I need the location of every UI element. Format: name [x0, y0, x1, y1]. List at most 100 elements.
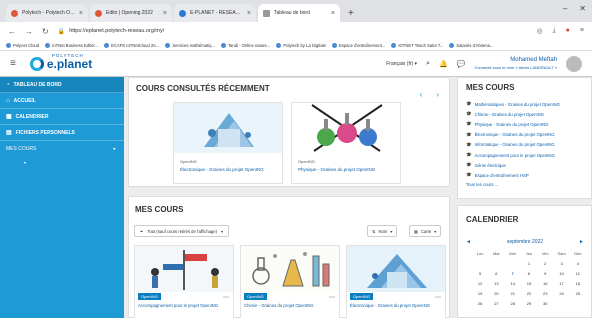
calendar-day[interactable]: 28 — [505, 301, 521, 306]
browser-tab[interactable]: E-PLANET - RESEAU POLYTECH× — [174, 4, 256, 22]
side-course-link[interactable]: 🎓 Génie électrique — [466, 160, 591, 170]
course-card[interactable]: OpenING ⋯ Chimie - Graines du projet Ope… — [240, 245, 340, 318]
user-menu[interactable]: Mohamed Meftah Connecté sous le nom « Al… — [474, 57, 557, 70]
calendar-day[interactable]: 24 — [553, 291, 569, 296]
side-course-link[interactable]: 🎓 Physique - Graines du projet OpenING — [466, 119, 591, 129]
browser-tab[interactable]: Édito | Opening 2022 × — [90, 4, 172, 22]
calendar-day[interactable]: 14 — [505, 281, 521, 286]
calendar-day[interactable]: 13 — [488, 281, 504, 286]
calendar-day[interactable]: 6 — [488, 271, 504, 276]
sidebar-item-dashboard[interactable]: ◔ TABLEAU DE BORD — [0, 77, 124, 93]
language-selector[interactable]: Français (fr) ▾ — [386, 61, 417, 67]
next-month-icon[interactable]: ► — [579, 239, 584, 245]
hamburger-icon[interactable]: ≡ — [10, 58, 16, 69]
close-tab-icon[interactable]: × — [79, 10, 83, 17]
extension-icon[interactable]: ● — [566, 27, 570, 35]
calendar-day[interactable]: 29 — [521, 301, 537, 306]
reload-icon[interactable]: ↻ — [42, 27, 49, 36]
course-card[interactable]: OpenING ⋯ Accompagnement pour le projet … — [134, 245, 234, 318]
avatar[interactable] — [566, 55, 582, 72]
calendar-day[interactable]: 11 — [570, 271, 586, 276]
calendar-day[interactable]: 17 — [553, 281, 569, 286]
url-field[interactable]: 🔒 https://eplanet.polytech-reseau.org/my… — [58, 25, 528, 37]
bell-icon[interactable]: 🔔 — [439, 60, 448, 68]
close-tab-icon[interactable]: × — [247, 10, 251, 17]
course-image — [135, 246, 233, 292]
calendar-day[interactable]: 26 — [472, 301, 488, 306]
new-tab-icon[interactable]: + — [348, 8, 354, 19]
side-course-link[interactable]: 🎓 Informatique - Graines du projet OpenIN… — [466, 140, 591, 150]
more-options-icon[interactable]: ⋯ — [329, 294, 335, 301]
calendar-day[interactable]: 21 — [505, 291, 521, 296]
calendar-day[interactable]: 18 — [570, 281, 586, 286]
side-course-link[interactable]: 🎓 Espace d'entraînement HSP — [466, 170, 591, 180]
calendar-day[interactable]: 16 — [537, 281, 553, 286]
menu-icon[interactable]: ≡ — [580, 27, 584, 35]
bookmark[interactable]: IoTNet Business Editor... — [45, 42, 98, 48]
browser-tab-bar: Polytech - Polytech Ocean × Édito | Openi… — [0, 0, 592, 22]
recent-course-card[interactable]: OpenING Physique - Graines du projet Ope… — [291, 102, 401, 184]
calendar-day[interactable]: 3 — [553, 261, 569, 266]
view-dropdown[interactable]: ▦ Carte ▾ — [409, 225, 442, 237]
calendar-day[interactable]: 2 — [537, 261, 553, 266]
bookmark[interactable]: Tandi - Online nature... — [220, 42, 270, 48]
sidebar-item-files[interactable]: ▤ FICHIERS PERSONNELS — [0, 125, 124, 141]
chat-icon[interactable]: 💬 — [457, 60, 466, 68]
back-icon[interactable]: ← — [8, 27, 16, 36]
calendar-day[interactable]: 9 — [537, 271, 553, 276]
calendar-day[interactable]: 25 — [570, 291, 586, 296]
course-card[interactable]: OpenING ⋯ Électronique - Graines du proj… — [346, 245, 446, 318]
recent-course-card[interactable]: OpenING Électronique - Graines du projet… — [173, 102, 283, 184]
calendar-day[interactable]: 27 — [488, 301, 504, 306]
calendar-day[interactable]: 15 — [521, 281, 537, 286]
search-icon[interactable]: ⌕ — [426, 60, 430, 68]
pocket-icon[interactable]: ◎ — [536, 27, 542, 35]
side-course-link[interactable]: 🎓 Électronique - Graines du projet OpenIN… — [466, 130, 591, 140]
dashboard-icon: ◔ — [6, 81, 10, 88]
site-logo[interactable]: POLYTECH e.planet — [29, 53, 92, 71]
calendar-day[interactable]: 22 — [521, 291, 537, 296]
chevron-right-icon[interactable]: › — [436, 90, 439, 99]
side-course-link[interactable]: 🎓 Mathématiques - Graines du projet OpenI… — [466, 99, 591, 109]
sidebar-item-home[interactable]: ⌂ ACCUEIL — [0, 93, 124, 109]
close-tab-icon[interactable]: × — [331, 10, 335, 17]
calendar-day[interactable]: 12 — [472, 281, 488, 286]
bookmark[interactable]: Services mathématiq... — [165, 42, 215, 48]
calendar-day[interactable]: 20 — [488, 291, 504, 296]
minimize-icon[interactable]: – — [563, 4, 567, 13]
bookmark[interactable]: ECAFE IoTNetCloud Ze... — [104, 42, 159, 48]
close-tab-icon[interactable]: × — [163, 10, 167, 17]
calendar-day[interactable]: 23 — [537, 291, 553, 296]
side-course-link[interactable]: 🎓 Accompagnement pour le projet OpenING — [466, 150, 591, 160]
previous-month-icon[interactable]: ◄ — [466, 239, 471, 245]
calendar-day[interactable]: 4 — [570, 261, 586, 266]
bookmark[interactable]: Polynet Cloud — [6, 42, 39, 48]
more-options-icon[interactable]: ⋯ — [435, 294, 441, 301]
chevron-left-icon[interactable]: ‹ — [420, 90, 423, 99]
sidebar-subitem[interactable]: • — [0, 157, 124, 171]
forward-icon[interactable]: → — [25, 27, 33, 36]
download-icon[interactable]: ⤓ — [553, 27, 556, 35]
sidebar-item-my-courses[interactable]: MES COURS ▸ — [0, 141, 124, 157]
side-course-link[interactable]: 🎓 Chimie - Graines du projet OpenING — [466, 109, 591, 119]
close-window-icon[interactable]: ✕ — [579, 4, 586, 13]
sidebar-item-calendar[interactable]: ▦ CALENDRIER — [0, 109, 124, 125]
bookmark[interactable]: Polytech by La Digitale — [276, 42, 326, 48]
sort-dropdown[interactable]: ⇅ Nom ▾ — [367, 225, 398, 237]
bookmark[interactable]: Salariés d'Ahsena... — [449, 42, 493, 48]
all-courses-link[interactable]: Tous les cours ... — [466, 182, 591, 187]
chevron-right-icon: ▸ — [113, 146, 116, 152]
calendar-day[interactable]: 30 — [537, 301, 553, 306]
calendar-day[interactable]: 10 — [553, 271, 569, 276]
calendar-day[interactable]: 1 — [521, 261, 537, 266]
more-options-icon[interactable]: ⋯ — [223, 294, 229, 301]
bookmark[interactable]: Espace d'entraînement... — [331, 42, 385, 48]
calendar-day[interactable]: 7 — [505, 271, 521, 276]
bookmark[interactable]: IOTNET Teach Salut T... — [391, 42, 443, 48]
course-filter-dropdown[interactable]: ⏷ Tout (sauf cours retirés de l'affichag… — [134, 225, 230, 237]
calendar-day[interactable]: 5 — [472, 271, 488, 276]
calendar-day[interactable]: 8 — [521, 271, 537, 276]
browser-tab[interactable]: Polytech - Polytech Ocean × — [6, 4, 88, 22]
calendar-day[interactable]: 19 — [472, 291, 488, 296]
browser-tab-active[interactable]: Tableau de bord × — [258, 4, 340, 22]
